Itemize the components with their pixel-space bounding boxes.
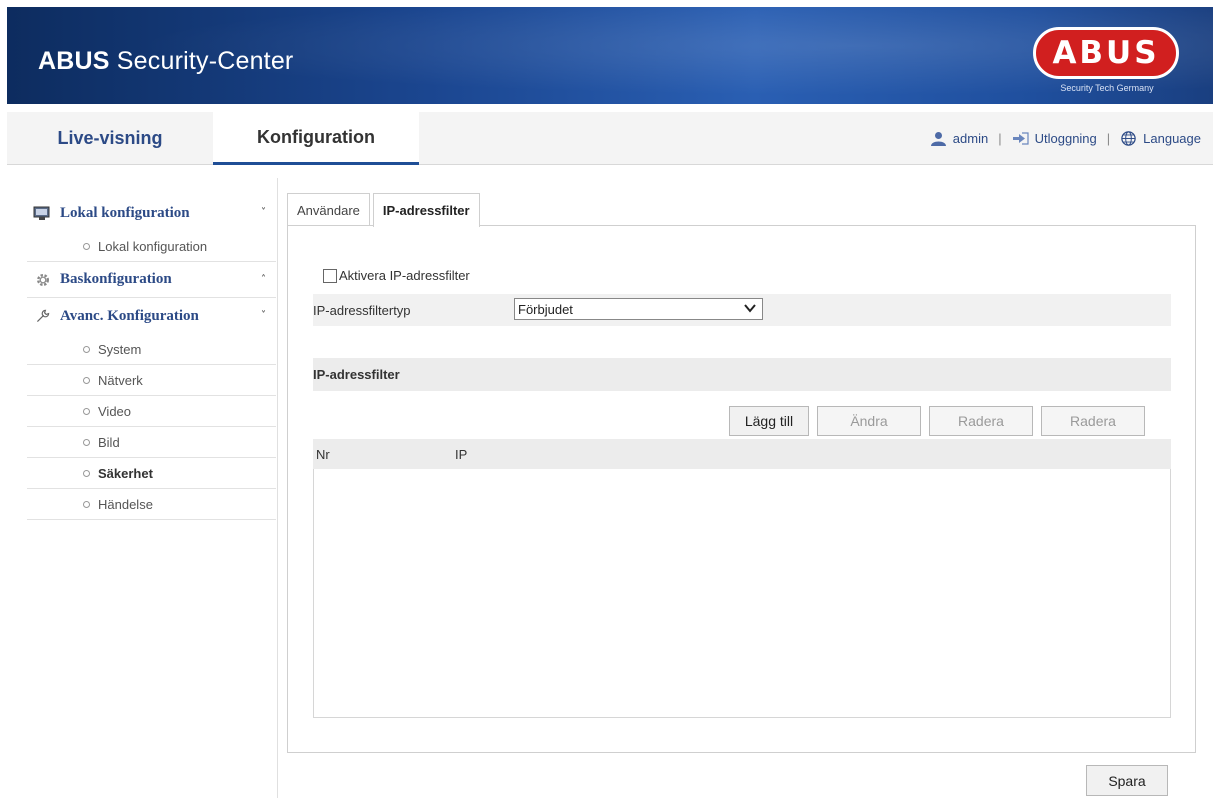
enable-filter-label: Aktivera IP-adressfilter [339, 268, 470, 283]
bullet-icon [83, 438, 90, 446]
sidebar-item-system[interactable]: System [27, 334, 276, 365]
sidebar-item-label: Video [98, 403, 132, 419]
sidebar-group-label: Baskonfiguration [60, 271, 172, 287]
column-header-nr: Nr [316, 447, 330, 462]
user-account[interactable]: admin [930, 131, 988, 146]
app-title-product: Security-Center [109, 47, 294, 75]
chevron-down-icon [744, 304, 756, 313]
monitor-icon [33, 206, 50, 220]
abus-logo: ABUS Security Tech Germany [1031, 27, 1179, 97]
top-navigation: Live-visning Konfiguration admin | Utlog… [7, 112, 1213, 165]
logout-label: Utloggning [1034, 131, 1097, 146]
bullet-icon [83, 407, 90, 415]
wrench-icon [36, 309, 50, 323]
bullet-icon [83, 242, 90, 250]
app-title-brand: ABUS [38, 47, 110, 75]
language-label: Language [1143, 131, 1201, 146]
sidebar-item-event[interactable]: Händelse [27, 489, 276, 520]
sidebar-group-label: Avanc. Konfiguration [60, 307, 199, 324]
sidebar-item-network[interactable]: Nätverk [27, 365, 276, 396]
sidebar-item-video[interactable]: Video [27, 396, 276, 427]
header-banner: ABUS Security-Center ABUS Security Tech … [7, 7, 1213, 104]
ip-filter-panel: Aktivera IP-adressfilter IP-adressfilter… [287, 225, 1196, 753]
user-menu: admin | Utloggning | Language [930, 112, 1201, 165]
tab-live-view[interactable]: Live-visning [7, 112, 213, 165]
delete-all-button[interactable]: Radera [1041, 406, 1145, 436]
sidebar-group-local-config[interactable]: Lokal konfiguration ˅ [27, 195, 276, 231]
app-title: ABUS Security-Center [38, 47, 293, 76]
table-header: Nr IP [313, 439, 1171, 469]
sidebar-item-label: Nätverk [98, 372, 143, 388]
sidebar-group-basic-config[interactable]: Baskonfiguration ˄ [27, 262, 276, 298]
sidebar-item-label: Bild [98, 434, 120, 450]
tab-ip-filter[interactable]: IP-adressfilter [372, 193, 480, 227]
sidebar-item-image[interactable]: Bild [27, 427, 276, 458]
globe-icon [1121, 131, 1136, 146]
add-button[interactable]: Lägg till [729, 406, 809, 436]
sidebar-group-label: Lokal konfiguration [60, 204, 190, 221]
bullet-icon [83, 376, 90, 384]
filter-action-buttons: Lägg till Ändra Radera Radera [729, 406, 1145, 436]
tab-configuration[interactable]: Konfiguration [213, 112, 419, 165]
gear-icon [37, 273, 49, 286]
save-button[interactable]: Spara [1086, 765, 1168, 796]
section-title: IP-adressfilter [313, 358, 1171, 391]
bullet-icon [83, 500, 90, 508]
column-header-ip: IP [455, 447, 468, 462]
user-name: admin [952, 131, 989, 146]
user-icon [930, 132, 946, 146]
bullet-icon [83, 345, 90, 353]
bullet-icon [83, 469, 90, 477]
sidebar-group-advanced-config[interactable]: Avanc. Konfiguration ˅ [27, 298, 276, 334]
filter-type-row: IP-adressfiltertyp Förbjudet [313, 294, 1171, 326]
logo-mark: ABUS [1033, 27, 1179, 79]
sidebar-item-label: Händelse [98, 496, 153, 512]
tab-users[interactable]: Användare [287, 193, 370, 226]
sidebar: Lokal konfiguration ˅ Lokal konfiguratio… [27, 195, 276, 520]
chevron-up-icon: ˄ [261, 274, 266, 285]
chevron-down-icon: ˅ [261, 310, 266, 321]
language-menu[interactable]: Language [1120, 131, 1201, 146]
delete-button[interactable]: Radera [929, 406, 1033, 436]
content-tabs: Användare IP-adressfilter [287, 193, 483, 227]
sidebar-item-label: System [98, 341, 142, 357]
sidebar-divider [277, 178, 278, 798]
sidebar-item-security[interactable]: Säkerhet [27, 458, 276, 489]
edit-button[interactable]: Ändra [817, 406, 921, 436]
logo-tagline: Security Tech Germany [1060, 83, 1154, 93]
filter-type-value: Förbjudet [518, 301, 573, 317]
filter-type-select[interactable]: Förbjudet [514, 298, 763, 320]
logout-icon [1012, 132, 1029, 145]
menu-separator: | [1106, 131, 1111, 146]
sidebar-item-label: Lokal konfiguration [98, 238, 208, 254]
sidebar-item-local-config[interactable]: Lokal konfiguration [27, 231, 276, 262]
enable-filter-row: Aktivera IP-adressfilter [323, 268, 470, 283]
enable-filter-checkbox[interactable] [323, 268, 337, 283]
filter-type-label: IP-adressfiltertyp [313, 302, 411, 318]
ip-filter-table-body [313, 469, 1171, 718]
logout-link[interactable]: Utloggning [1012, 131, 1097, 146]
menu-separator: | [998, 131, 1002, 146]
chevron-down-icon: ˅ [261, 207, 266, 218]
sidebar-item-label: Säkerhet [98, 465, 153, 481]
